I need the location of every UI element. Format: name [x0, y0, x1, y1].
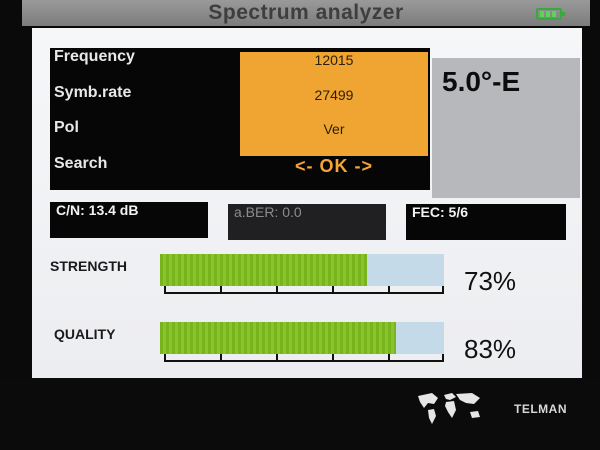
frequency-value[interactable]: 12015 [240, 52, 428, 87]
polarization-label: Pol [54, 119, 79, 136]
quality-bar [160, 322, 444, 354]
frequency-label: Frequency [54, 48, 135, 65]
param-labels: Frequency Symb.rate Pol Search [54, 48, 239, 190]
quality-percent: 83% [464, 334, 517, 364]
footer-bar: TELMAN [0, 380, 600, 450]
battery-full-icon [536, 8, 565, 20]
strength-label: STRENGTH [50, 258, 127, 274]
page-title: Spectrum analyzer [208, 1, 404, 24]
param-values: 12015 27499 Ver [240, 52, 428, 156]
symbol-rate-value[interactable]: 27499 [240, 87, 428, 122]
search-ok-button[interactable]: <- OK -> [240, 156, 428, 190]
quality-bar-fill [160, 322, 396, 354]
strength-bar-fill [160, 254, 368, 286]
strength-scale [164, 286, 444, 294]
transponder-params: Frequency Symb.rate Pol Search 12015 274… [50, 48, 430, 190]
brand-logo: TELMAN [514, 402, 567, 416]
world-map-icon [418, 393, 480, 424]
satellite-box: 5.0°-E [432, 58, 580, 198]
quality-label: QUALITY [54, 326, 116, 342]
search-label: Search [54, 154, 108, 172]
polarization-value[interactable]: Ver [240, 121, 428, 156]
strength-bar [160, 254, 444, 286]
ber-readout: a.BER: 0.0 [228, 204, 386, 240]
cn-readout: C/N: 13.4 dB [50, 202, 208, 238]
symbol-rate-label: Symb.rate [54, 83, 132, 101]
fec-readout: FEC: 5/6 [406, 204, 566, 240]
title-bar: Spectrum analyzer [22, 0, 590, 26]
satellite-position: 5.0°-E [442, 66, 521, 97]
strength-percent: 73% [464, 266, 517, 296]
quality-scale [164, 354, 444, 362]
analyzer-panel: Frequency Symb.rate Pol Search 12015 274… [32, 28, 582, 378]
